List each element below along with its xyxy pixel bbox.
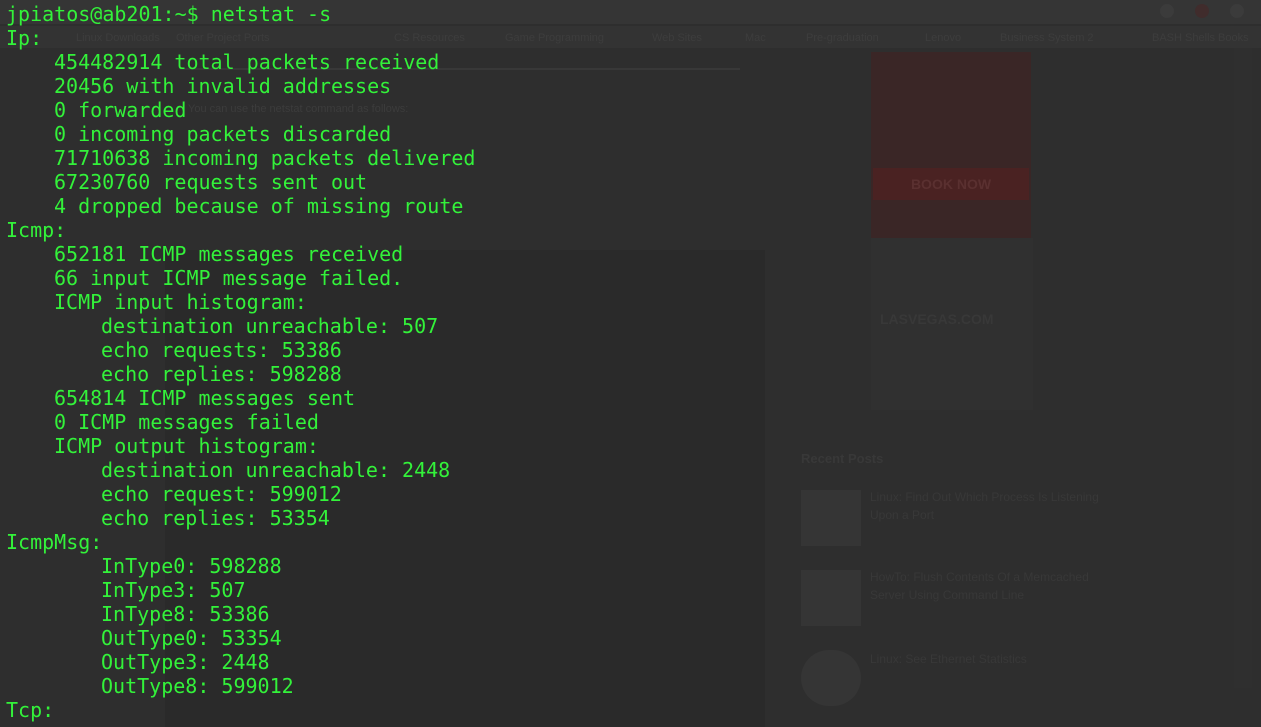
section-header: Ip: [6,26,43,50]
stat-line: 4 dropped because of missing route [54,194,464,218]
screen: Linux Downloads Other Project Ports CS R… [0,0,1261,727]
stat-line: ICMP input histogram: [54,290,307,314]
stat-line: 0 incoming packets discarded [54,122,392,146]
section-header: IcmpMsg: [6,530,103,554]
stat-line: 652181 ICMP messages received [54,242,404,266]
terminal-output[interactable]: jpiatos@ab201:~$ netstat -s Ip: 454482914… [6,2,1256,722]
stat-line: InType0: 598288 [101,554,282,578]
stat-line: 0 ICMP messages failed [54,410,319,434]
stat-line: echo request: 599012 [101,482,342,506]
stat-line: destination unreachable: 507 [101,314,439,338]
stat-line: echo requests: 53386 [101,338,342,362]
netstat-output: Ip: 454482914 total packets received 20456… [6,26,1256,722]
stat-line: InType8: 53386 [101,602,270,626]
stat-line: echo replies: 598288 [101,362,342,386]
stat-line: ICMP output histogram: [54,434,319,458]
stat-line: OutType3: 2448 [101,650,270,674]
section-header: Tcp: [6,698,55,722]
command-prompt: jpiatos@ab201:~$ netstat -s [6,2,332,26]
stat-line: 71710638 incoming packets delivered [54,146,476,170]
stat-line: 67230760 requests sent out [54,170,368,194]
stat-line: destination unreachable: 2448 [101,458,451,482]
stat-line: OutType0: 53354 [101,626,282,650]
stat-line: InType3: 507 [101,578,246,602]
stat-line: 0 forwarded [54,98,187,122]
stat-line: 66 input ICMP message failed. [54,266,404,290]
stat-line: 454482914 total packets received [54,50,440,74]
stat-line: 654814 ICMP messages sent [54,386,356,410]
stat-line: echo replies: 53354 [101,506,330,530]
stat-line: OutType8: 599012 [101,674,294,698]
stat-line: 20456 with invalid addresses [54,74,392,98]
section-header: Icmp: [6,218,67,242]
